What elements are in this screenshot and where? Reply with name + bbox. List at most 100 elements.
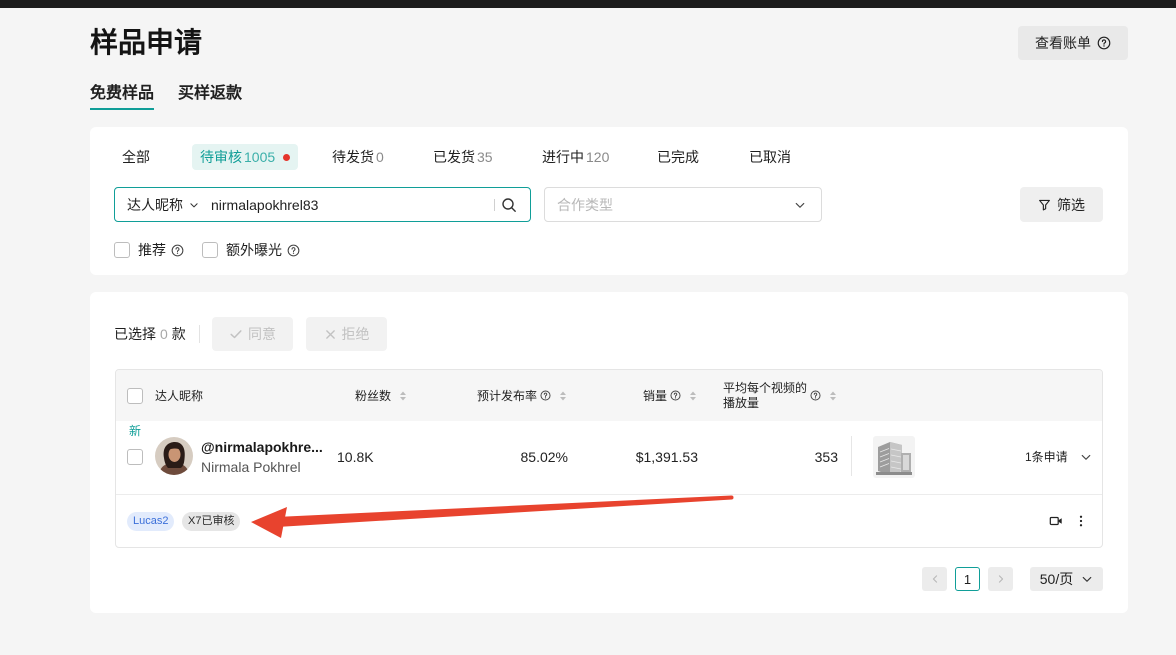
table-row: 新 @nirmalapokhre... Nirmala Pokhrel 10.8… bbox=[116, 421, 1102, 494]
prev-page-button[interactable] bbox=[922, 567, 947, 591]
top-bar bbox=[0, 0, 1176, 8]
option-label: 推荐 bbox=[138, 242, 166, 258]
applications-table: 达人昵称 粉丝数 预计发布率 销量 平均每个视频的 播放量 新 @nirmala… bbox=[115, 369, 1103, 548]
select-all-checkbox[interactable] bbox=[127, 387, 143, 404]
filter-icon bbox=[1038, 198, 1051, 211]
question-circle-icon[interactable] bbox=[810, 390, 821, 401]
main-tabs: 免费样品 买样返款 bbox=[90, 82, 242, 110]
chevron-down-icon bbox=[1080, 451, 1092, 463]
header-avg-views[interactable]: 平均每个视频的 播放量 bbox=[723, 370, 837, 421]
selected-count: 已选择 0 款 bbox=[114, 324, 186, 344]
status-tab-label: 待发货 bbox=[332, 149, 374, 165]
row-checkbox[interactable] bbox=[127, 449, 143, 465]
header-checkbox-cell bbox=[127, 370, 143, 421]
page-number-button[interactable]: 1 bbox=[955, 567, 980, 591]
next-page-button[interactable] bbox=[988, 567, 1013, 591]
avatar bbox=[155, 437, 193, 475]
status-tab-label: 待审核 bbox=[200, 149, 242, 165]
header-label: 平均每个视频的 播放量 bbox=[723, 381, 807, 411]
selected-number: 0 bbox=[160, 326, 168, 342]
page-title: 样品申请 bbox=[90, 27, 203, 58]
status-tab-pending-review[interactable]: 待审核 1005 bbox=[192, 144, 299, 170]
status-tab-count: 120 bbox=[586, 149, 610, 165]
toolbar-divider bbox=[199, 325, 200, 343]
page-size-label: 50/页 bbox=[1039, 571, 1074, 587]
status-tab-label: 全部 bbox=[122, 149, 150, 165]
search-field-select[interactable]: 达人昵称 bbox=[115, 188, 199, 221]
selected-prefix: 已选择 bbox=[114, 326, 156, 342]
view-bill-button[interactable]: 查看账单 bbox=[1018, 26, 1128, 60]
status-tab-label: 进行中 bbox=[542, 149, 584, 165]
question-circle-icon bbox=[1097, 36, 1111, 50]
row-divider bbox=[851, 436, 852, 476]
video-camera-icon[interactable] bbox=[1049, 514, 1063, 528]
status-tab-cancelled[interactable]: 已取消 bbox=[741, 144, 799, 170]
header-followers[interactable]: 粉丝数 bbox=[355, 370, 407, 421]
status-tab-completed[interactable]: 已完成 bbox=[649, 144, 707, 170]
followers-value: 10.8K bbox=[337, 449, 374, 465]
status-tab-count: 0 bbox=[376, 149, 384, 165]
table-header: 达人昵称 粉丝数 预计发布率 销量 平均每个视频的 播放量 bbox=[116, 370, 1102, 421]
option-recommended[interactable]: 推荐 bbox=[114, 241, 184, 259]
chevron-left-icon bbox=[930, 574, 940, 584]
approve-button[interactable]: 同意 bbox=[212, 317, 293, 351]
filter-label: 筛选 bbox=[1057, 196, 1085, 213]
status-tab-shipped[interactable]: 已发货 35 bbox=[425, 144, 501, 170]
option-label: 额外曝光 bbox=[226, 242, 282, 258]
tab-paid-samples[interactable]: 买样返款 bbox=[178, 82, 242, 110]
header-sales[interactable]: 销量 bbox=[643, 370, 697, 421]
status-tab-count: 35 bbox=[477, 149, 493, 165]
product-thumbnail bbox=[873, 436, 915, 478]
status-tab-count: 1005 bbox=[244, 149, 276, 165]
search-input[interactable] bbox=[211, 196, 494, 213]
reject-label: 拒绝 bbox=[341, 326, 370, 342]
question-circle-icon[interactable] bbox=[287, 244, 300, 257]
status-tab-in-progress[interactable]: 进行中 120 bbox=[534, 144, 617, 170]
publish-rate-value: 85.02% bbox=[520, 449, 568, 465]
notification-dot bbox=[283, 153, 291, 161]
sort-icon[interactable] bbox=[559, 390, 567, 402]
sort-icon[interactable] bbox=[689, 390, 697, 402]
header-label: 达人昵称 bbox=[155, 389, 204, 403]
approve-label: 同意 bbox=[248, 326, 276, 342]
status-tab-label: 已发货 bbox=[433, 149, 475, 165]
status-tab-label: 已完成 bbox=[657, 149, 699, 165]
reject-button[interactable]: 拒绝 bbox=[306, 317, 387, 351]
question-circle-icon[interactable] bbox=[540, 390, 551, 401]
view-bill-label: 查看账单 bbox=[1035, 35, 1091, 51]
header-label: 预计发布率 bbox=[477, 389, 538, 403]
question-circle-icon[interactable] bbox=[670, 390, 681, 401]
question-circle-icon[interactable] bbox=[171, 244, 184, 257]
extra-exposure-checkbox[interactable] bbox=[202, 242, 218, 258]
sort-icon[interactable] bbox=[399, 390, 407, 402]
more-vertical-icon[interactable] bbox=[1074, 514, 1088, 528]
expand-requests-button[interactable]: 1条申请 bbox=[1025, 447, 1092, 467]
selected-suffix: 款 bbox=[171, 326, 186, 342]
status-tab-to-ship[interactable]: 待发货 0 bbox=[324, 144, 392, 170]
status-tab-label: 已取消 bbox=[749, 149, 791, 165]
tag-badge: X7已审核 bbox=[182, 512, 241, 531]
cooperation-type-placeholder: 合作类型 bbox=[557, 196, 613, 213]
chevron-down-icon bbox=[794, 199, 806, 211]
results-card: 已选择 0 款 同意 拒绝 达人昵称 粉丝数 预计发布率 销量 平均每个视频的 … bbox=[90, 292, 1128, 613]
tab-free-samples[interactable]: 免费样品 bbox=[90, 82, 155, 110]
creator-search: 达人昵称 bbox=[114, 187, 531, 222]
header-creator: 达人昵称 bbox=[155, 370, 203, 421]
creator-handle-link[interactable]: @nirmalapokhre... bbox=[201, 437, 323, 457]
status-tab-all[interactable]: 全部 bbox=[114, 144, 158, 170]
chevron-down-icon bbox=[189, 200, 199, 210]
header-label-line: 平均每个视频的 bbox=[723, 380, 808, 395]
option-extra-exposure[interactable]: 额外曝光 bbox=[202, 241, 300, 259]
search-field-label: 达人昵称 bbox=[127, 196, 183, 213]
cooperation-type-select[interactable]: 合作类型 bbox=[544, 187, 822, 222]
tag-badge: Lucas2 bbox=[127, 512, 175, 531]
header-publish-rate[interactable]: 预计发布率 bbox=[477, 370, 567, 421]
filter-button[interactable]: 筛选 bbox=[1020, 187, 1103, 222]
filter-card: 全部 待审核 1005 待发货 0 已发货 35 进行中 120 已完成 已取消… bbox=[90, 127, 1128, 275]
requests-label: 1条申请 bbox=[1025, 450, 1068, 464]
search-icon[interactable] bbox=[501, 197, 517, 213]
sales-value: $1,391.53 bbox=[635, 449, 698, 465]
sort-icon[interactable] bbox=[829, 390, 837, 402]
recommended-checkbox[interactable] bbox=[114, 242, 130, 258]
page-size-select[interactable]: 50/页 bbox=[1030, 567, 1103, 591]
